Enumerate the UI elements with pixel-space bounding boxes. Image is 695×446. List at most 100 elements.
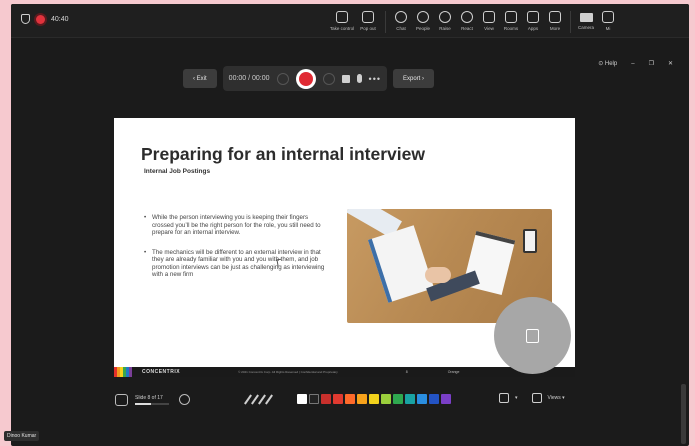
rooms-icon <box>505 11 517 23</box>
toolbar-people-button[interactable]: People <box>412 7 434 33</box>
toolbar-label: Mi <box>605 26 611 31</box>
presenter-avatar[interactable] <box>494 297 571 374</box>
slide-footer: CONCENTRIX © 2021 Concentrix Corp. All R… <box>114 367 575 377</box>
pen-tools <box>244 394 273 405</box>
toolbar-more-button[interactable]: More <box>544 7 566 33</box>
exit-button[interactable]: ‹ Exit <box>183 69 217 88</box>
toolbar-label: Apps <box>527 26 539 31</box>
toolbar-react-button[interactable]: React <box>456 7 478 33</box>
toolbar-label: Take control <box>329 26 355 31</box>
color-swatch[interactable] <box>357 394 367 404</box>
react-icon <box>461 11 473 23</box>
slide-bullets: While the person interviewing you is kee… <box>144 214 330 291</box>
toolbar-chat-button[interactable]: Chat <box>390 7 412 33</box>
toolbar-label: People <box>415 26 430 31</box>
take-control-icon <box>336 11 348 23</box>
toolbar-label: More <box>549 26 561 31</box>
rewind-icon[interactable] <box>276 72 289 85</box>
brand-stripes <box>114 367 132 377</box>
microphone-icon[interactable] <box>356 74 362 83</box>
record-dot-icon <box>298 71 313 86</box>
slide-subtitle: Internal Job Postings <box>144 168 211 175</box>
recorder-controls: 00:00 / 00:00 ••• <box>222 66 387 91</box>
color-swatch[interactable] <box>297 394 307 404</box>
bullet-item: While the person interviewing you is kee… <box>144 214 330 237</box>
toolbar-label: Raise <box>439 26 451 31</box>
meeting-timer: 40:40 <box>51 15 69 23</box>
camera-icon <box>579 13 593 22</box>
view-controls: ▾ Views ▾ <box>499 393 565 403</box>
toolbar-label: React <box>461 26 473 31</box>
color-swatch[interactable] <box>381 394 391 404</box>
window-controls: ⊙ Help – ❐ ✕ <box>598 60 673 68</box>
scrollbar[interactable] <box>681 384 686 444</box>
meeting-window: 40:40 Take control Pop out Chat People Raise… <box>11 4 689 446</box>
toolbar-label: Camera <box>577 25 594 30</box>
color-swatch[interactable] <box>393 394 403 404</box>
more-icon <box>549 11 561 23</box>
minimize-button[interactable]: – <box>631 61 634 67</box>
export-button[interactable]: Export › <box>393 69 435 88</box>
video-icon[interactable] <box>341 74 350 83</box>
toolbar-label: View <box>484 26 494 31</box>
raise-hand-icon <box>439 11 451 23</box>
views-button[interactable]: Views ▾ <box>548 395 565 401</box>
next-slide-button[interactable] <box>179 394 190 405</box>
camera-overlay-icon[interactable] <box>499 393 509 403</box>
toolbar-mic-button[interactable]: Mi <box>597 7 619 33</box>
toolbar-view-button[interactable]: View <box>478 7 500 33</box>
close-button[interactable]: ✕ <box>668 60 673 67</box>
slide-progress-fill <box>135 403 151 405</box>
toolbar-take-control-button[interactable]: Take control <box>329 7 355 33</box>
footer-logo: Orange <box>447 370 460 374</box>
help-button[interactable]: ⊙ Help <box>598 60 617 67</box>
color-swatch[interactable] <box>369 394 379 404</box>
presenter-icon <box>526 328 539 343</box>
views-icon[interactable] <box>531 393 542 403</box>
color-swatch[interactable] <box>405 394 415 404</box>
toolbar-pop-out-button[interactable]: Pop out <box>355 7 381 33</box>
toolbar-label: Rooms <box>503 26 519 31</box>
recording-time: 00:00 / 00:00 <box>228 75 270 82</box>
mouse-cursor-icon <box>276 258 283 267</box>
toolbar-apps-button[interactable]: Apps <box>522 7 544 33</box>
exit-label: ‹ Exit <box>193 75 207 82</box>
toolbar-separator <box>570 11 571 33</box>
apps-icon <box>527 11 539 23</box>
top-toolbar: 40:40 Take control Pop out Chat People Raise… <box>11 4 689 38</box>
color-swatch[interactable] <box>309 394 319 404</box>
color-swatch[interactable] <box>345 394 355 404</box>
restore-button[interactable]: ❐ <box>649 60 654 67</box>
brand-name: CONCENTRIX <box>142 369 181 375</box>
mic-icon <box>602 11 614 23</box>
slide-title: Preparing for an internal interview <box>141 144 425 164</box>
eraser-icon[interactable] <box>265 394 273 405</box>
toolbar-label: Pop out <box>360 26 376 31</box>
color-swatch[interactable] <box>441 394 451 404</box>
participant-name-tag: Dinoo Kumar <box>4 431 40 441</box>
toolbar-rooms-button[interactable]: Rooms <box>500 7 522 33</box>
color-swatch[interactable] <box>333 394 343 404</box>
toolbar-raise-hand-button[interactable]: Raise <box>434 7 456 33</box>
people-icon <box>417 11 429 23</box>
slide-page-number: 8 <box>405 370 408 374</box>
chat-icon <box>395 11 407 23</box>
chevron-down-icon[interactable]: ▾ <box>515 395 518 401</box>
color-swatch[interactable] <box>429 394 439 404</box>
color-swatches <box>297 394 451 404</box>
toolbar-separator <box>385 11 386 33</box>
slide-counter: Slide 8 of 17 <box>135 395 163 401</box>
color-swatch[interactable] <box>321 394 331 404</box>
bullet-item: The mechanics will be different to an ex… <box>144 249 330 279</box>
toolbar-camera-button[interactable]: Camera <box>575 7 597 33</box>
color-swatch[interactable] <box>417 394 427 404</box>
stop-icon[interactable] <box>322 72 335 85</box>
pop-out-icon <box>362 11 374 23</box>
slide-progress <box>135 403 169 405</box>
view-icon <box>483 11 495 23</box>
record-button[interactable] <box>295 68 316 89</box>
more-options-icon[interactable]: ••• <box>369 74 381 84</box>
slide-thumbnail-button[interactable] <box>115 394 128 406</box>
shield-icon <box>21 14 30 24</box>
recording-indicator-icon <box>36 14 45 24</box>
